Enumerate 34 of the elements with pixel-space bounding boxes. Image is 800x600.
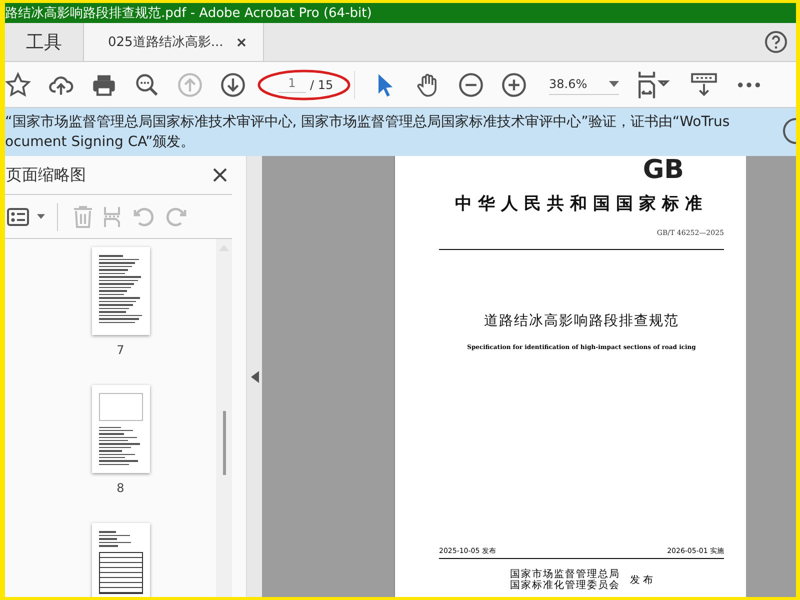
signature-message: ocument Signing CA”颁发。 [5,133,195,152]
scrollbar[interactable] [216,239,232,597]
zoom-out-icon[interactable] [458,72,484,98]
page-thumbnail[interactable] [92,523,150,597]
close-icon[interactable] [237,38,246,46]
publisher-name: 国家市场监督管理总局 [510,569,620,580]
scroll-mode-icon[interactable] [689,72,719,98]
signature-message: “国家市场监督管理总局国家标准技术审评中心, 国家市场监督管理总局国家标准技术审评中心”验证，证书由“WoTrus [5,113,730,132]
panel-title: 页面缩略图 [6,164,86,186]
page-number-field[interactable]: 1 [278,76,306,93]
publisher-name: 国家标准化管理委员会 [510,580,620,591]
standard-logo: GB [642,156,684,184]
tab[interactable]: 025道路结冰高影... [84,23,264,61]
search-icon[interactable] [134,72,160,98]
page-thumbnail[interactable] [92,247,150,335]
page-number: 8 [116,481,124,495]
document-heading: 中华人民共和国国家标准 [455,193,708,215]
page-total: / 15 [310,78,334,92]
list-options-icon[interactable] [7,208,29,226]
zoom-in-icon[interactable] [501,72,527,98]
close-icon[interactable] [212,167,228,183]
collapse-arrow-icon[interactable] [250,370,258,382]
caret-icon[interactable] [37,214,45,219]
document-title: 道路结冰高影响路段排查规范 [484,312,679,330]
page-thumbnail[interactable] [92,385,150,473]
arrow-down-icon[interactable] [220,72,246,98]
star-icon[interactable] [5,72,31,98]
window-title: 路结冰高影响路段排查规范.pdf - Adobe Acrobat Pro (64-bit) [5,5,372,22]
fit-page-icon[interactable] [636,70,672,100]
zoom-dropdown[interactable]: 38.6% [549,74,619,95]
publish-label: 发 布 [630,574,654,587]
help-icon[interactable] [764,30,788,54]
caret-icon [609,81,619,87]
page-number: 7 [116,343,124,357]
